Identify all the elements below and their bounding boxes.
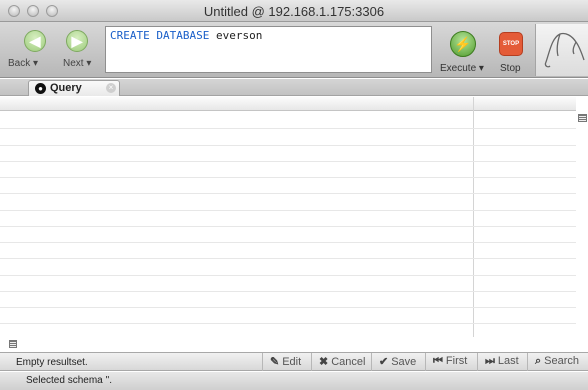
status-message: Empty resultset. <box>16 357 88 368</box>
table-row <box>0 307 576 308</box>
table-row <box>0 291 576 292</box>
dolphin-logo <box>535 24 588 76</box>
search-button[interactable]: ⌕ Search <box>527 353 588 371</box>
save-button[interactable]: ✔ Save <box>371 353 425 371</box>
checkmark-icon: ✔ <box>379 356 389 368</box>
arrow-right-icon: ▶ <box>71 33 83 49</box>
table-row <box>0 275 576 276</box>
first-button[interactable]: ⏮ First <box>425 353 477 371</box>
edit-button[interactable]: ✎ Edit <box>262 353 311 371</box>
last-record-icon: ⏭ <box>485 355 495 367</box>
tab-strip: ● Query × <box>0 79 588 96</box>
query-icon: ● <box>35 83 46 94</box>
sql-keyword: CREATE DATABASE <box>110 29 210 42</box>
back-label[interactable]: Back ▾ <box>8 58 38 69</box>
column-divider <box>473 97 474 337</box>
stop-icon: STOP <box>502 41 520 47</box>
back-button[interactable]: ◀ <box>24 30 46 52</box>
schema-status: Selected schema ''. <box>26 375 113 386</box>
close-tab-icon[interactable]: × <box>106 83 116 93</box>
table-row <box>0 258 576 259</box>
window-title: Untitled @ 192.168.1.175:3306 <box>203 4 385 19</box>
title-bar: Untitled @ 192.168.1.175:3306 <box>0 0 588 22</box>
table-row <box>0 226 576 227</box>
cancel-button[interactable]: ✖ Cancel <box>311 353 371 371</box>
stop-label[interactable]: Stop <box>500 63 521 74</box>
lightning-icon: ⚡ <box>454 36 472 52</box>
toolbar: ◀ Back ▾ ▶ Next ▾ CREATE DATABASE everso… <box>0 22 588 78</box>
row-toggle-icon[interactable] <box>9 340 17 348</box>
next-button[interactable]: ▶ <box>66 30 88 52</box>
query-editor[interactable]: CREATE DATABASE everson <box>105 26 432 73</box>
table-row <box>0 177 576 178</box>
table-row <box>0 242 576 243</box>
dolphin-icon <box>544 32 585 68</box>
results-table[interactable] <box>0 97 588 340</box>
pencil-icon: ✎ <box>270 356 280 368</box>
column-toggle-icon[interactable] <box>578 114 587 122</box>
first-record-icon: ⏮ <box>433 355 443 367</box>
stop-button[interactable]: STOP <box>499 32 523 56</box>
sql-identifier: everson <box>215 29 263 42</box>
table-row <box>0 323 576 324</box>
arrow-left-icon: ◀ <box>29 33 41 49</box>
tab-label: Query <box>50 82 82 94</box>
table-row <box>0 145 576 146</box>
tab-query[interactable]: ● Query × <box>28 80 120 96</box>
execute-button[interactable]: ⚡ <box>450 31 476 57</box>
table-row <box>0 210 576 211</box>
table-row <box>0 161 576 162</box>
last-button[interactable]: ⏭ Last <box>477 353 527 371</box>
search-icon: ⌕ <box>535 355 542 367</box>
schema-status-bar: Selected schema ''. <box>0 372 588 390</box>
table-row <box>0 128 576 129</box>
table-header <box>0 97 576 111</box>
next-label[interactable]: Next ▾ <box>63 58 91 69</box>
execute-label[interactable]: Execute ▾ <box>440 63 484 74</box>
status-bar: Empty resultset. ✎ Edit ✖ Cancel ✔ Save ⏮ Fi… <box>0 352 588 371</box>
table-row <box>0 193 576 194</box>
x-icon: ✖ <box>319 356 329 368</box>
